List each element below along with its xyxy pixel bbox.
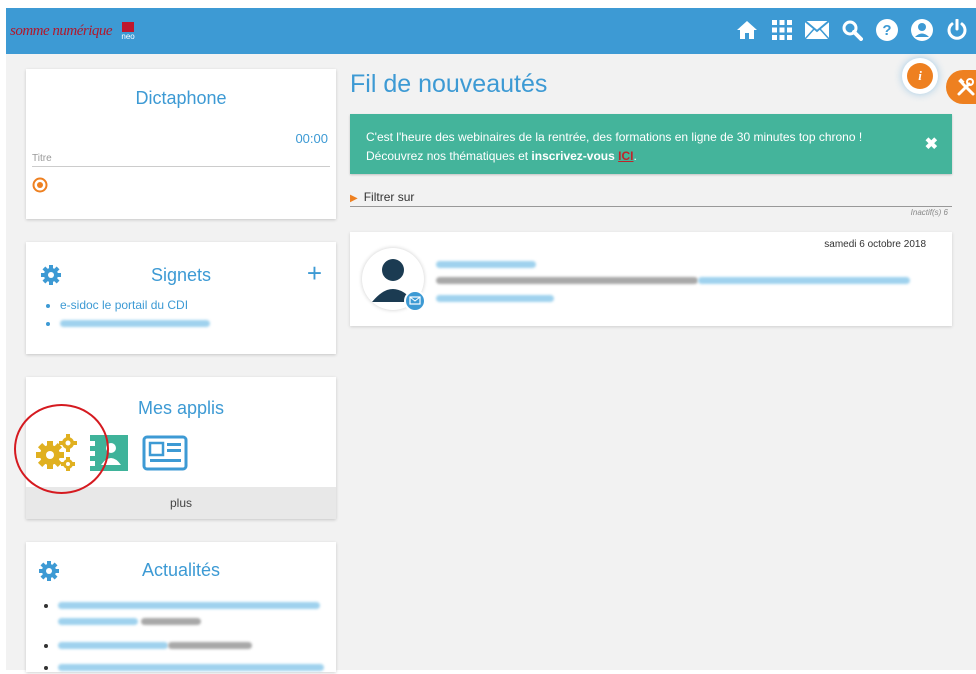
feed-item[interactable]: samedi 6 octobre 2018 [350,232,952,326]
bookmark-link-redacted[interactable] [60,316,210,330]
logo[interactable]: somme numérique neo [10,16,136,46]
info-icon: i [907,63,933,89]
info-bubble[interactable]: i [902,58,938,94]
message-badge-icon [404,290,426,312]
mail-icon[interactable] [804,17,830,43]
power-icon[interactable] [944,17,970,43]
banner-text: C'est l'heure des webinaires de la rentr… [366,128,886,166]
highlight-circle [14,404,109,494]
recording-title-field[interactable]: Titre [32,151,330,167]
tools-tab[interactable] [946,70,976,104]
triangle-right-icon: ▶ [350,193,358,204]
news-item[interactable] [58,638,328,652]
logo-text: somme numérique [10,22,113,39]
news-item[interactable] [58,660,328,674]
announcement-banner: C'est l'heure des webinaires de la rentr… [350,114,952,174]
bookmarks-widget: Signets + e-sidoc le portail du CDI [26,242,336,354]
news-item[interactable] [58,598,328,612]
dictaphone-widget: Dictaphone 00:00 Titre [26,69,336,219]
page-title: Fil de nouveautés [350,70,548,98]
home-icon[interactable] [734,17,760,43]
add-bookmark-button[interactable]: + [307,260,322,286]
search-icon[interactable] [839,17,865,43]
post-link-redacted [436,290,554,308]
news-item-cont [58,614,328,628]
news-title: Actualités [141,560,221,580]
help-icon[interactable]: ? [874,17,900,43]
neo-logo: neo [120,21,136,41]
inactive-count: Inactif(s) 6 [910,208,948,217]
dictaphone-title: Dictaphone [135,88,227,108]
banner-text-main: C'est l'heure des webinaires de la rentr… [366,130,863,163]
top-bar: somme numérique neo ? [6,8,976,54]
filter-toggle[interactable]: ▶ Filtrer sur [350,190,952,207]
user-icon[interactable] [909,17,935,43]
neo-logo-text: neo [121,31,135,41]
bookmarks-title: Signets [150,265,212,285]
filter-label: Filtrer sur [363,190,415,204]
post-text-redacted [436,272,910,290]
banner-end: . [633,149,637,163]
dictaphone-timer: 00:00 [295,131,328,146]
tools-icon [957,78,975,96]
banner-link[interactable]: ICI [618,149,633,163]
bookmark-link[interactable]: e-sidoc le portail du CDI [60,298,210,312]
news-app-icon[interactable] [142,435,188,476]
apps-grid-icon[interactable] [769,17,795,43]
page: somme numérique neo ? i Dictaphone 00:00… [6,8,976,672]
bookmark-list: e-sidoc le portail du CDI [48,298,210,334]
close-icon[interactable]: ✖ [925,134,938,154]
news-widget: Actualités [26,542,336,672]
record-icon [32,177,48,193]
record-button[interactable] [32,177,48,198]
news-list [48,598,328,674]
top-icons: ? [734,17,970,43]
post-date: samedi 6 octobre 2018 [824,239,926,250]
banner-strong: inscrivez-vous [531,149,615,163]
svg-text:?: ? [882,22,891,39]
